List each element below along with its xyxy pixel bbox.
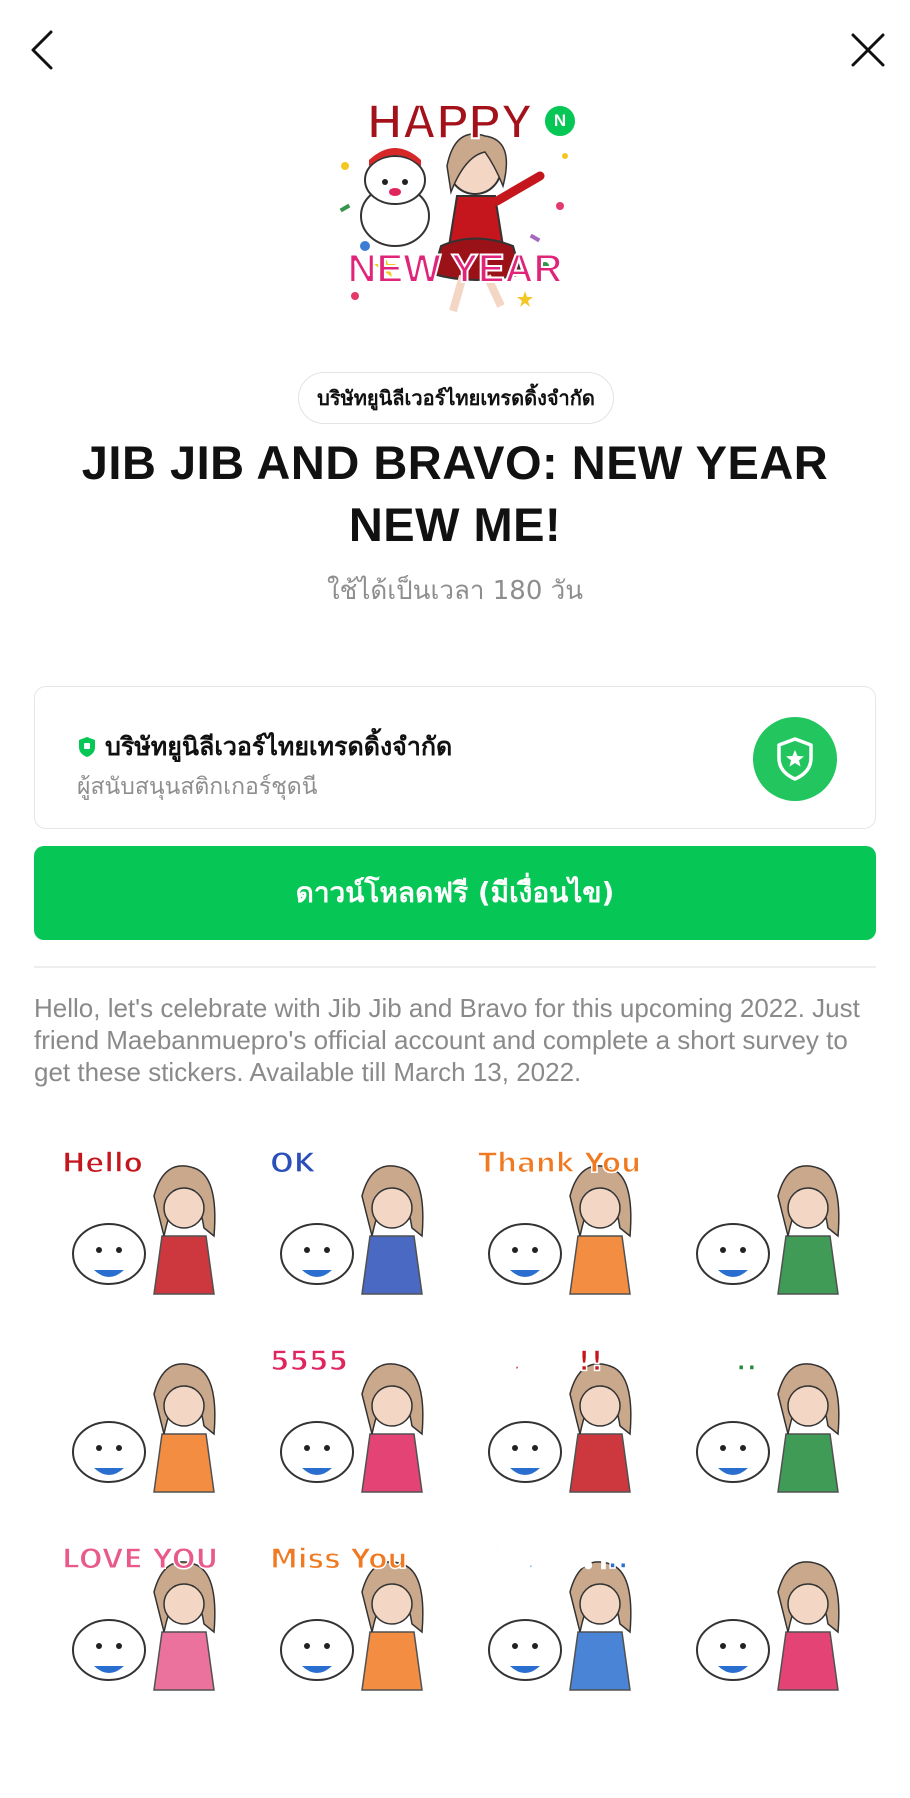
sticker-item[interactable]: ชอบบบ: [678, 1532, 858, 1692]
sticker-item[interactable]: สาธุ..: [678, 1334, 858, 1494]
publisher-link[interactable]: บริษัทยูนิลีเวอร์ไทยเทรดดิ้งจำกัด: [298, 372, 614, 424]
sponsor-name: บริษัทยูนิลีเวอร์ไทยเทรดดิ้งจำกัด: [105, 732, 453, 761]
sticker-item[interactable]: เป็นห่วงน้า..: [470, 1532, 650, 1692]
sticker-image: LOVE YOU: [61, 1541, 219, 1691]
sticker-image: Miss You: [269, 1541, 424, 1691]
shield-star-icon: [777, 737, 813, 781]
sticker-item[interactable]: รับทราบ!!: [470, 1334, 650, 1494]
sticker-text: OK: [270, 1146, 317, 1179]
svg-text:NEW YEAR: NEW YEAR: [348, 247, 563, 291]
validity-text: ใช้ได้เป็นเวลา 180 วัน: [326, 576, 583, 606]
sticker-item[interactable]: Miss You: [262, 1532, 442, 1692]
sticker-image: เป็นห่วงน้า..: [477, 1540, 632, 1691]
sticker-text: Hello: [62, 1146, 143, 1179]
sponsor-subtitle: ผู้สนับสนุนสติกเกอร์ชุดนี: [77, 774, 318, 800]
package-description: Hello, let's celebrate with Jib Jib and …: [34, 993, 860, 1087]
sticker-text: ว้าววว: [62, 1344, 141, 1377]
main-sticker-image: HAPPY NEW YEAR N: [325, 95, 585, 336]
sticker-text: 5555: [270, 1344, 348, 1377]
sticker-image: สาธุ..: [685, 1343, 840, 1493]
back-button[interactable]: [14, 22, 70, 78]
sticker-item[interactable]: Thank You: [470, 1136, 650, 1296]
sticker-item[interactable]: สุดยอด: [678, 1136, 858, 1296]
sticker-image: Thank You: [477, 1145, 642, 1295]
sticker-text: สุดยอด: [686, 1146, 773, 1180]
divider: [34, 966, 876, 968]
close-button[interactable]: [840, 22, 896, 78]
sticker-image: ว้าววว: [61, 1343, 216, 1493]
sponsor-name-row: บริษัทยูนิลีเวอร์ไทยเทรดดิ้งจำกัด: [77, 727, 452, 767]
sticker-title: JIB JIB AND BRAVO: NEW YEAR NEW ME!: [81, 436, 829, 551]
sticker-image: OK: [269, 1145, 424, 1295]
verified-shield-icon: [79, 737, 95, 757]
sponsor-badge-button[interactable]: [753, 717, 837, 801]
sticker-item[interactable]: Hello: [54, 1136, 234, 1296]
close-icon: [851, 33, 885, 67]
sticker-image: ชอบบบ: [685, 1541, 840, 1691]
sticker-text: Miss You: [270, 1542, 407, 1575]
new-badge: N: [543, 104, 577, 138]
sticker-image: รับทราบ!!: [477, 1343, 632, 1493]
sticker-text: เป็นห่วงน้า..: [478, 1541, 628, 1575]
sticker-image: สุดยอด: [685, 1145, 840, 1295]
sticker-text: รับทราบ!!: [478, 1344, 603, 1377]
sponsor-card[interactable]: บริษัทยูนิลีเวอร์ไทยเทรดดิ้งจำกัด ผู้สนั…: [34, 686, 876, 829]
sticker-text: ชอบบบ: [686, 1542, 775, 1575]
sticker-item[interactable]: LOVE YOU: [54, 1532, 234, 1692]
sticker-item[interactable]: 5555: [262, 1334, 442, 1494]
sticker-text: LOVE YOU: [62, 1542, 218, 1575]
sticker-item[interactable]: OK: [262, 1136, 442, 1296]
sticker-image: 5555: [269, 1343, 424, 1493]
sticker-item[interactable]: ว้าววว: [54, 1334, 234, 1494]
svg-text:HAPPY: HAPPY: [367, 96, 532, 149]
sticker-text: Thank You: [478, 1146, 641, 1179]
sticker-text: สาธุ..: [686, 1344, 757, 1378]
download-free-button[interactable]: ดาวน์โหลดฟรี (มีเงื่อนไข): [34, 846, 876, 940]
chevron-left-icon: [31, 30, 53, 70]
sticker-image: Hello: [61, 1145, 216, 1295]
